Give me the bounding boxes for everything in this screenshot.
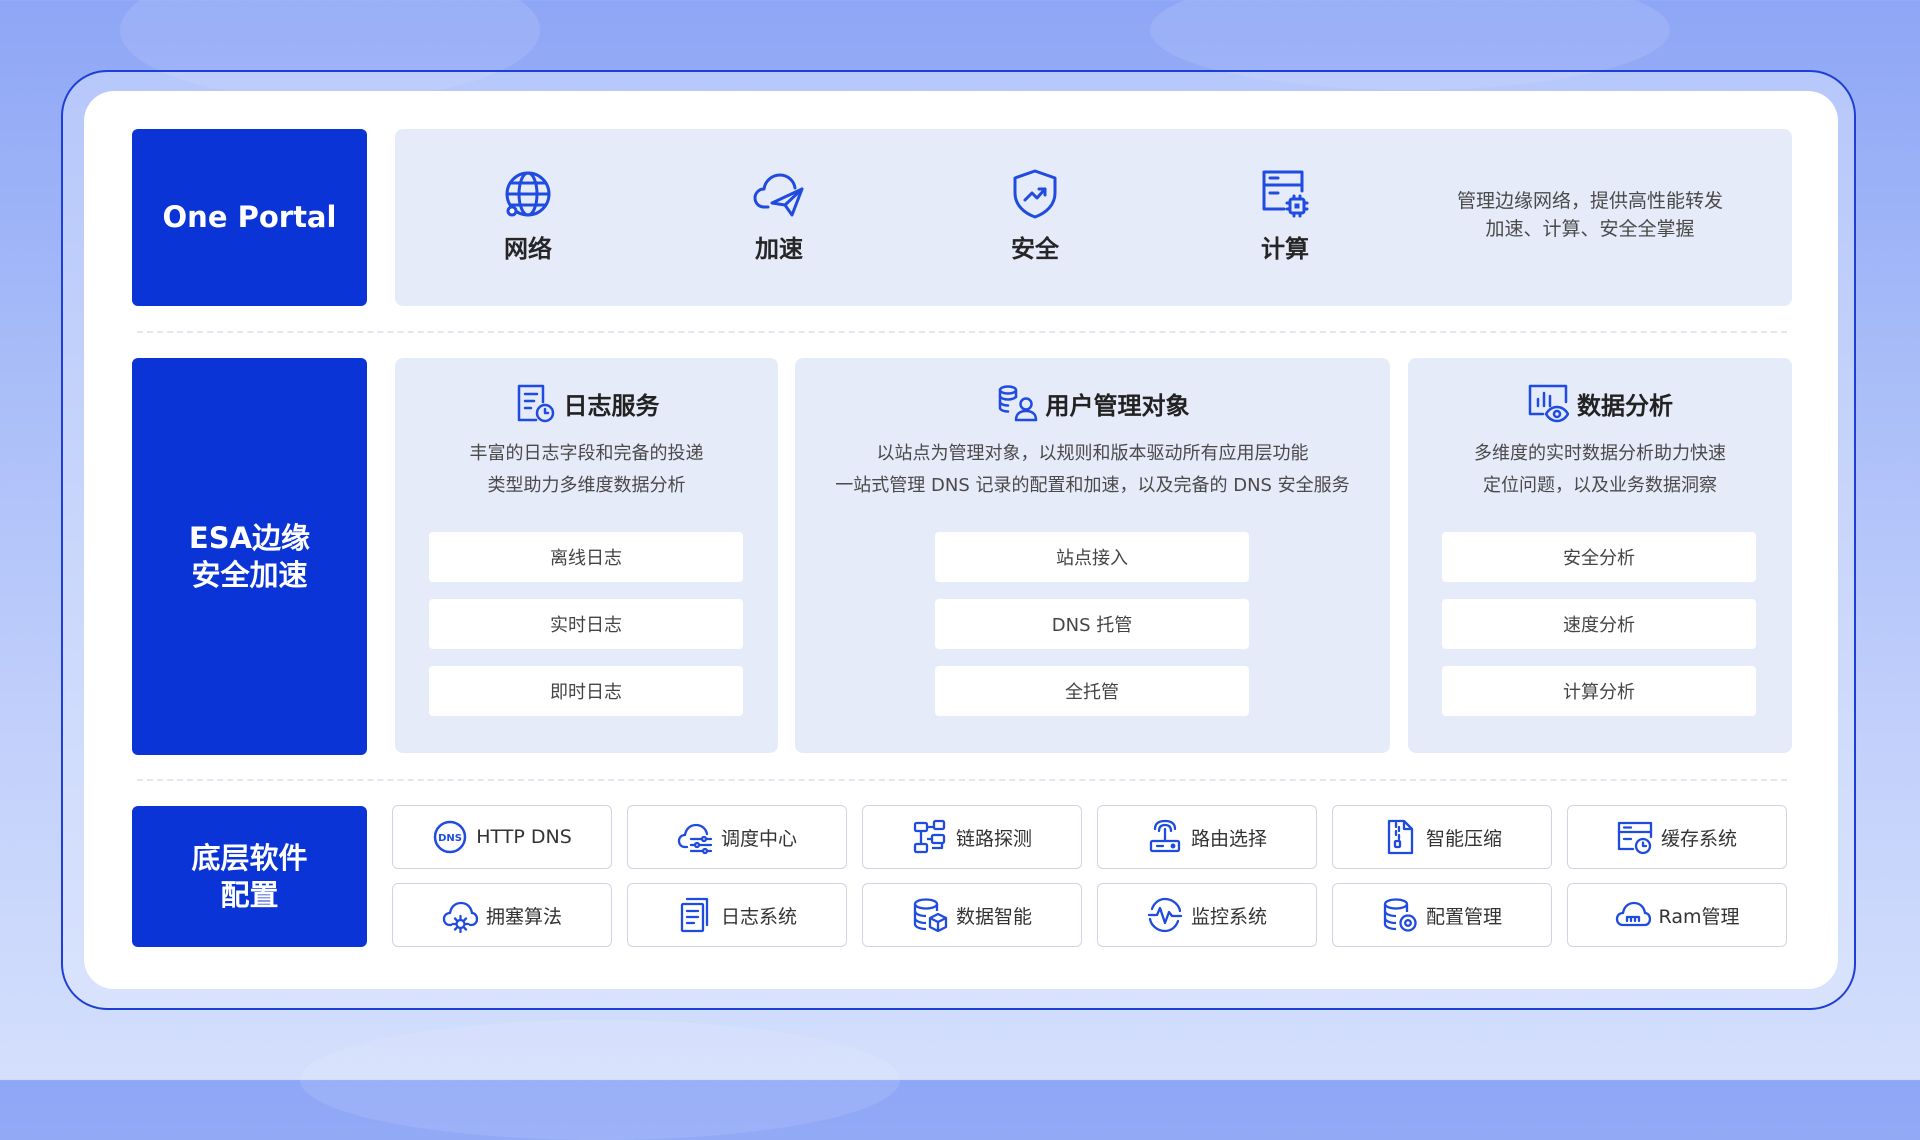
cache-clock-icon xyxy=(1617,819,1653,855)
feature-compute[interactable]: 计算 xyxy=(1225,167,1345,264)
item-security-analysis[interactable]: 安全分析 xyxy=(1442,532,1756,582)
description-line: 丰富的日志字段和完备的投递 xyxy=(395,438,778,470)
user-management-description: 以站点为管理对象，以规则和版本驱动所有应用层功能 一站式管理 DNS 记录的配置… xyxy=(795,438,1390,502)
software-link-detection[interactable]: 链路探测 xyxy=(862,805,1082,869)
data-analysis-title: 数据分析 xyxy=(1577,386,1673,421)
software-label: 路由选择 xyxy=(1191,824,1267,851)
log-service-header: 日志服务 xyxy=(395,382,778,424)
feature-acceleration[interactable]: 加速 xyxy=(719,167,839,264)
software-label: 日志系统 xyxy=(721,902,797,929)
software-data-intelligence[interactable]: 数据智能 xyxy=(862,883,1082,947)
portal-panel: 网络 加速 安全 xyxy=(395,129,1792,306)
software-scheduling-center[interactable]: 调度中心 xyxy=(627,805,847,869)
description-line: 定位问题，以及业务数据洞察 xyxy=(1408,470,1792,502)
router-icon xyxy=(1147,819,1183,855)
esa-label-line: ESA边缘 xyxy=(189,520,310,557)
software-routing[interactable]: 路由选择 xyxy=(1097,805,1317,869)
description-line: 类型助力多维度数据分析 xyxy=(395,470,778,502)
data-analysis-panel: 数据分析 多维度的实时数据分析助力快速 定位问题，以及业务数据洞察 安全分析 速… xyxy=(1408,358,1792,753)
feature-security-label: 安全 xyxy=(975,229,1095,264)
log-document-icon xyxy=(514,382,556,424)
cloud-ram-icon xyxy=(1615,897,1651,933)
software-ram-management[interactable]: Ram管理 xyxy=(1567,883,1787,947)
log-service-panel: 日志服务 丰富的日志字段和完备的投递 类型助力多维度数据分析 离线日志 实时日志… xyxy=(395,358,778,753)
software-config-management[interactable]: 配置管理 xyxy=(1332,883,1552,947)
software-label: 配置管理 xyxy=(1426,902,1502,929)
link-nodes-icon xyxy=(912,819,948,855)
cloud-send-icon xyxy=(752,167,806,221)
software-congestion-algorithm[interactable]: 拥塞算法 xyxy=(392,883,612,947)
item-dns-hosting[interactable]: DNS 托管 xyxy=(935,599,1249,649)
item-offline-log[interactable]: 离线日志 xyxy=(429,532,743,582)
software-label: 底层软件 配置 xyxy=(132,806,367,947)
data-analysis-header: 数据分析 xyxy=(1408,382,1792,424)
server-chip-icon xyxy=(1258,167,1312,221)
shield-trend-icon xyxy=(1008,167,1062,221)
user-management-header: 用户管理对象 xyxy=(795,382,1390,424)
portal-description: 管理边缘网络，提供高性能转发 加速、计算、安全全掌握 xyxy=(1425,187,1755,243)
description-line: 一站式管理 DNS 记录的配置和加速，以及完备的 DNS 安全服务 xyxy=(795,470,1390,502)
software-smart-compression[interactable]: 智能压缩 xyxy=(1332,805,1552,869)
software-label: 调度中心 xyxy=(721,824,797,851)
svg-text:DNS: DNS xyxy=(438,833,462,844)
section-divider xyxy=(137,779,1787,781)
cloud-gear-icon xyxy=(442,897,478,933)
software-label: 监控系统 xyxy=(1191,902,1267,929)
database-settings-icon xyxy=(1382,897,1418,933)
feature-security[interactable]: 安全 xyxy=(975,167,1095,264)
software-label: HTTP DNS xyxy=(476,826,572,848)
item-realtime-log[interactable]: 实时日志 xyxy=(429,599,743,649)
item-full-hosting[interactable]: 全托管 xyxy=(935,666,1249,716)
monitor-wave-icon xyxy=(1147,897,1183,933)
item-instant-log[interactable]: 即时日志 xyxy=(429,666,743,716)
software-label: 数据智能 xyxy=(956,902,1032,929)
background-decoration xyxy=(300,1020,900,1140)
software-label: 智能压缩 xyxy=(1426,824,1502,851)
cloud-sliders-icon xyxy=(677,819,713,855)
user-management-title: 用户管理对象 xyxy=(1046,386,1190,421)
software-log-system[interactable]: 日志系统 xyxy=(627,883,847,947)
software-monitoring-system[interactable]: 监控系统 xyxy=(1097,883,1317,947)
log-files-icon xyxy=(677,897,713,933)
software-label: Ram管理 xyxy=(1659,902,1740,929)
feature-acceleration-label: 加速 xyxy=(719,229,839,264)
one-portal-title: One Portal xyxy=(163,199,337,236)
data-analysis-description: 多维度的实时数据分析助力快速 定位问题，以及业务数据洞察 xyxy=(1408,438,1792,502)
section-divider xyxy=(137,331,1787,333)
software-http-dns[interactable]: DNS HTTP DNS xyxy=(392,805,612,869)
esa-label-line: 安全加速 xyxy=(189,557,310,594)
esa-label: ESA边缘 安全加速 xyxy=(132,358,367,755)
architecture-card: One Portal 网络 加速 xyxy=(84,91,1838,989)
log-service-description: 丰富的日志字段和完备的投递 类型助力多维度数据分析 xyxy=(395,438,778,502)
description-line: 多维度的实时数据分析助力快速 xyxy=(1408,438,1792,470)
user-management-panel: 用户管理对象 以站点为管理对象，以规则和版本驱动所有应用层功能 一站式管理 DN… xyxy=(795,358,1390,753)
feature-network[interactable]: 网络 xyxy=(468,167,588,264)
software-label-line: 底层软件 xyxy=(191,840,307,877)
monitor-eye-icon xyxy=(1527,382,1569,424)
item-compute-analysis[interactable]: 计算分析 xyxy=(1442,666,1756,716)
log-service-title: 日志服务 xyxy=(564,386,660,421)
software-label: 链路探测 xyxy=(956,824,1032,851)
database-cube-icon xyxy=(912,897,948,933)
item-site-access[interactable]: 站点接入 xyxy=(935,532,1249,582)
software-cache-system[interactable]: 缓存系统 xyxy=(1567,805,1787,869)
feature-network-label: 网络 xyxy=(468,229,588,264)
item-speed-analysis[interactable]: 速度分析 xyxy=(1442,599,1756,649)
user-database-icon xyxy=(996,382,1038,424)
globe-icon xyxy=(501,167,555,221)
software-label: 拥塞算法 xyxy=(486,902,562,929)
zip-file-icon xyxy=(1382,819,1418,855)
portal-description-line: 管理边缘网络，提供高性能转发 xyxy=(1425,187,1755,215)
description-line: 以站点为管理对象，以规则和版本驱动所有应用层功能 xyxy=(795,438,1390,470)
dns-icon: DNS xyxy=(432,819,468,855)
one-portal-label: One Portal xyxy=(132,129,367,306)
feature-compute-label: 计算 xyxy=(1225,229,1345,264)
portal-description-line: 加速、计算、安全全掌握 xyxy=(1425,215,1755,243)
software-label-line: 配置 xyxy=(191,877,307,914)
software-label: 缓存系统 xyxy=(1661,824,1737,851)
